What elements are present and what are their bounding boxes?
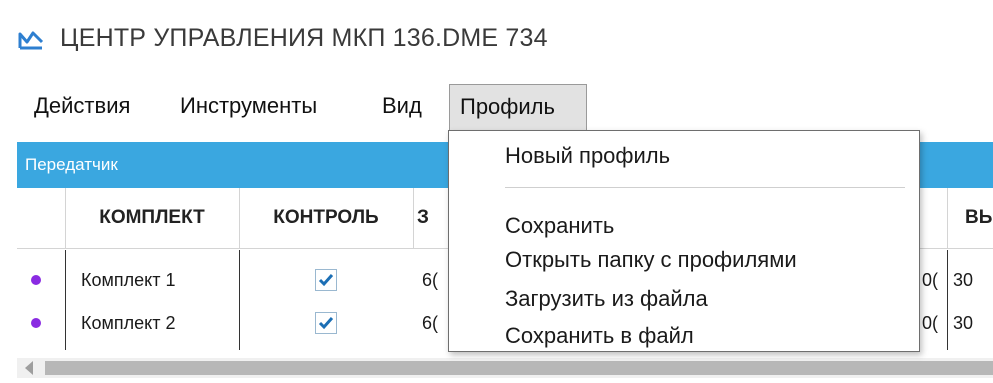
title-bar: ЦЕНТР УПРАВЛЕНИЯ МКП 136.DME 734 bbox=[0, 0, 993, 84]
row-value-hidden: 0( bbox=[922, 313, 939, 333]
row-value-hidden: 0( bbox=[922, 270, 939, 290]
profile-menu-dropdown: Новый профиль Сохранить Открыть папку с … bbox=[448, 130, 920, 352]
menu-profile[interactable]: Профиль bbox=[449, 84, 587, 130]
menu-item-open-profiles-folder[interactable]: Открыть папку с профилями bbox=[505, 247, 797, 273]
scrollbar-thumb[interactable] bbox=[45, 361, 993, 375]
menu-item-save[interactable]: Сохранить bbox=[505, 213, 614, 239]
column-header-out[interactable]: ВЬ bbox=[951, 188, 993, 248]
menu-view[interactable]: Вид bbox=[372, 84, 432, 130]
row-status-dot bbox=[31, 275, 41, 285]
panel-title: Передатчик bbox=[25, 155, 118, 174]
row-divider bbox=[947, 250, 948, 300]
row-value-out: 30 bbox=[953, 270, 974, 290]
column-divider bbox=[947, 188, 948, 248]
scroll-left-arrow-icon[interactable] bbox=[25, 361, 33, 375]
column-header-control[interactable]: КОНТРОЛЬ bbox=[239, 188, 413, 248]
row-divider bbox=[239, 300, 240, 350]
control-checkbox[interactable] bbox=[315, 269, 337, 291]
menu-tools[interactable]: Инструменты bbox=[170, 84, 327, 130]
row-divider bbox=[65, 300, 66, 350]
row-status-dot bbox=[31, 318, 41, 328]
row-divider bbox=[947, 300, 948, 350]
row-name: Комплект 2 bbox=[81, 313, 176, 333]
menu-item-new-profile[interactable]: Новый профиль bbox=[505, 143, 670, 169]
row-name: Комплект 1 bbox=[81, 270, 176, 290]
menu-actions[interactable]: Действия bbox=[24, 84, 140, 130]
menu-bar: Действия Инструменты Вид Профиль bbox=[0, 84, 993, 132]
menu-item-save-to-file[interactable]: Сохранить в файл bbox=[505, 323, 694, 349]
row-divider bbox=[65, 250, 66, 300]
menu-item-load-from-file[interactable]: Загрузить из файла bbox=[505, 286, 708, 312]
checkmark-icon bbox=[318, 317, 334, 330]
chart-line-icon bbox=[18, 28, 44, 50]
horizontal-scrollbar[interactable] bbox=[17, 358, 993, 378]
menu-separator bbox=[505, 187, 905, 188]
row-value-partial: 6( bbox=[422, 313, 439, 333]
row-value-out: 30 bbox=[953, 313, 974, 333]
column-header-kit[interactable]: КОМПЛЕКТ bbox=[65, 188, 239, 248]
window-title: ЦЕНТР УПРАВЛЕНИЯ МКП 136.DME 734 bbox=[60, 24, 548, 52]
control-checkbox[interactable] bbox=[315, 312, 337, 334]
row-value-partial: 6( bbox=[422, 270, 439, 290]
checkmark-icon bbox=[318, 274, 334, 287]
row-divider bbox=[239, 250, 240, 300]
